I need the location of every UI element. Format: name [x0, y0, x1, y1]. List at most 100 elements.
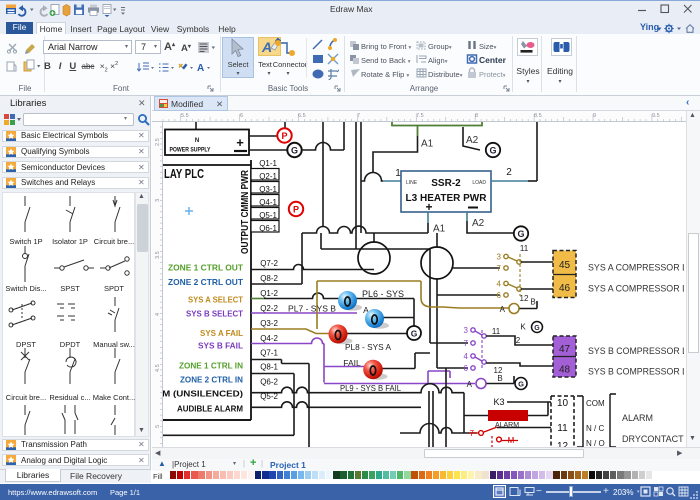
svg-text:L3 HEATER PWR: L3 HEATER PWR — [406, 193, 488, 204]
svg-text:A: A — [500, 305, 506, 314]
svg-text:11: 11 — [557, 423, 568, 434]
svg-text:K: K — [520, 323, 526, 332]
svg-text:PL9 - SYS B FAIL: PL9 - SYS B FAIL — [340, 383, 401, 393]
svg-text:SYS A COMPRESSOR L: SYS A COMPRESSOR L — [588, 263, 684, 274]
svg-text:Q6-2: Q6-2 — [260, 378, 278, 387]
svg-text:Q1-2: Q1-2 — [260, 289, 278, 298]
svg-text:6: 6 — [464, 364, 469, 373]
svg-text:2: 2 — [506, 167, 512, 178]
svg-text:AUDIBLE ALARM: AUDIBLE ALARM — [177, 404, 243, 414]
svg-text:SYS A FAIL: SYS A FAIL — [200, 328, 243, 338]
svg-text:+: + — [425, 200, 432, 214]
svg-text:47: 47 — [559, 344, 571, 355]
svg-text:ZONE 2 CTRL OUT: ZONE 2 CTRL OUT — [168, 277, 244, 287]
svg-text:G: G — [291, 146, 298, 156]
svg-text:DRYCONTACT: DRYCONTACT — [622, 434, 684, 444]
svg-text:PL7 - SYS B: PL7 - SYS B — [288, 304, 336, 314]
svg-text:OUTPUT CMMN PWR: OUTPUT CMMN PWR — [240, 169, 251, 254]
svg-text:4: 4 — [497, 280, 502, 289]
svg-text:POWER SUPPLY: POWER SUPPLY — [170, 147, 212, 154]
svg-text:N / C: N / C — [586, 424, 604, 433]
svg-text:3.5: 3.5 — [155, 251, 161, 259]
svg-text:ALARM: ALARM — [622, 413, 653, 423]
svg-text:SYS A SELECT: SYS A SELECT — [188, 295, 244, 305]
svg-text:Q1-1: Q1-1 — [259, 159, 277, 168]
svg-text:A1: A1 — [433, 224, 446, 235]
svg-text:B: B — [530, 298, 535, 307]
svg-text:SYS B COMPRESSOR L: SYS B COMPRESSOR L — [588, 346, 684, 357]
svg-text:9: 9 — [593, 113, 596, 119]
svg-text:Q8-2: Q8-2 — [260, 274, 278, 283]
svg-text:7: 7 — [357, 113, 360, 119]
svg-text:7.5: 7.5 — [416, 113, 424, 119]
svg-text:4: 4 — [155, 313, 161, 316]
svg-text:PL6 - SYS: PL6 - SYS — [362, 289, 404, 299]
svg-text:Q6-1: Q6-1 — [259, 224, 277, 233]
svg-text:A2: A2 — [466, 135, 479, 146]
svg-text:10: 10 — [557, 398, 569, 409]
svg-text:P: P — [293, 205, 299, 215]
svg-text:11: 11 — [520, 244, 529, 253]
svg-text:6: 6 — [240, 113, 243, 119]
svg-text:7: 7 — [464, 339, 469, 348]
svg-text:48: 48 — [559, 365, 571, 376]
svg-text:G: G — [518, 380, 524, 389]
svg-text:3: 3 — [464, 326, 469, 335]
svg-text:Q2-1: Q2-1 — [259, 172, 277, 181]
svg-text:5: 5 — [155, 425, 161, 428]
svg-text:Q4-1: Q4-1 — [259, 198, 277, 207]
svg-text:Q3-2: Q3-2 — [260, 319, 278, 328]
svg-text:5.5: 5.5 — [181, 113, 189, 119]
svg-text:P: P — [281, 131, 287, 141]
svg-text:Q7-2: Q7-2 — [260, 259, 278, 268]
svg-text:9.5: 9.5 — [652, 113, 660, 119]
svg-text:46: 46 — [559, 283, 571, 294]
svg-text:6.5: 6.5 — [298, 113, 306, 119]
svg-text:8: 8 — [475, 113, 478, 119]
svg-text:G: G — [489, 146, 496, 156]
svg-text:SYS A COMPRESSOR L: SYS A COMPRESSOR L — [588, 284, 684, 295]
svg-text:8.5: 8.5 — [534, 113, 542, 119]
svg-text:PL8 - SYS A: PL8 - SYS A — [345, 342, 391, 352]
svg-text:Q3-1: Q3-1 — [259, 185, 277, 194]
svg-text:SSR-2: SSR-2 — [431, 178, 461, 189]
svg-text:N: N — [195, 138, 199, 144]
svg-text:12: 12 — [520, 294, 529, 303]
svg-text:ZONE 2 CTRL IN: ZONE 2 CTRL IN — [180, 375, 243, 385]
svg-text:A2: A2 — [472, 218, 485, 229]
svg-text:ZONE 1 CTRL IN: ZONE 1 CTRL IN — [179, 361, 243, 371]
svg-text:Q2-2: Q2-2 — [260, 304, 278, 313]
svg-text:N / O: N / O — [586, 439, 605, 447]
svg-text:G: G — [411, 329, 418, 339]
svg-text:SYS B COMPRESSOR L: SYS B COMPRESSOR L — [588, 367, 684, 378]
svg-text:SYS B FAIL: SYS B FAIL — [198, 341, 243, 351]
svg-text:FAIL: FAIL — [343, 358, 361, 368]
svg-text:SYS B SELECT: SYS B SELECT — [186, 309, 244, 319]
svg-text:2.5: 2.5 — [155, 138, 161, 146]
svg-text:3: 3 — [497, 253, 502, 262]
svg-text:COM: COM — [586, 399, 605, 408]
svg-text:A1: A1 — [421, 139, 434, 150]
svg-text:4: 4 — [464, 352, 469, 361]
svg-text:A: A — [467, 380, 473, 389]
svg-text:ARM (UNSILENCED): ARM (UNSILENCED) — [163, 389, 243, 399]
svg-text:ZONE 1 CTRL OUT: ZONE 1 CTRL OUT — [168, 263, 244, 273]
svg-text:LINE: LINE — [406, 180, 418, 186]
svg-text:Q8-1: Q8-1 — [260, 363, 278, 372]
svg-text:7: 7 — [497, 264, 502, 273]
svg-text:11: 11 — [492, 327, 501, 336]
svg-text:A: A — [261, 39, 272, 55]
svg-text:G: G — [517, 229, 524, 239]
svg-text:4.5: 4.5 — [155, 364, 161, 372]
svg-text:3: 3 — [155, 199, 161, 202]
svg-text:2: 2 — [516, 336, 521, 345]
svg-text:+: + — [236, 135, 244, 150]
svg-text:A: A — [197, 63, 204, 74]
svg-text:Q7-1: Q7-1 — [260, 349, 278, 358]
svg-text:6: 6 — [497, 291, 502, 300]
svg-text:45: 45 — [559, 260, 571, 271]
svg-text:LOAD: LOAD — [472, 180, 486, 186]
svg-text:G: G — [534, 325, 540, 332]
svg-text:Q5-1: Q5-1 — [259, 211, 277, 220]
svg-text:B: B — [497, 374, 502, 383]
